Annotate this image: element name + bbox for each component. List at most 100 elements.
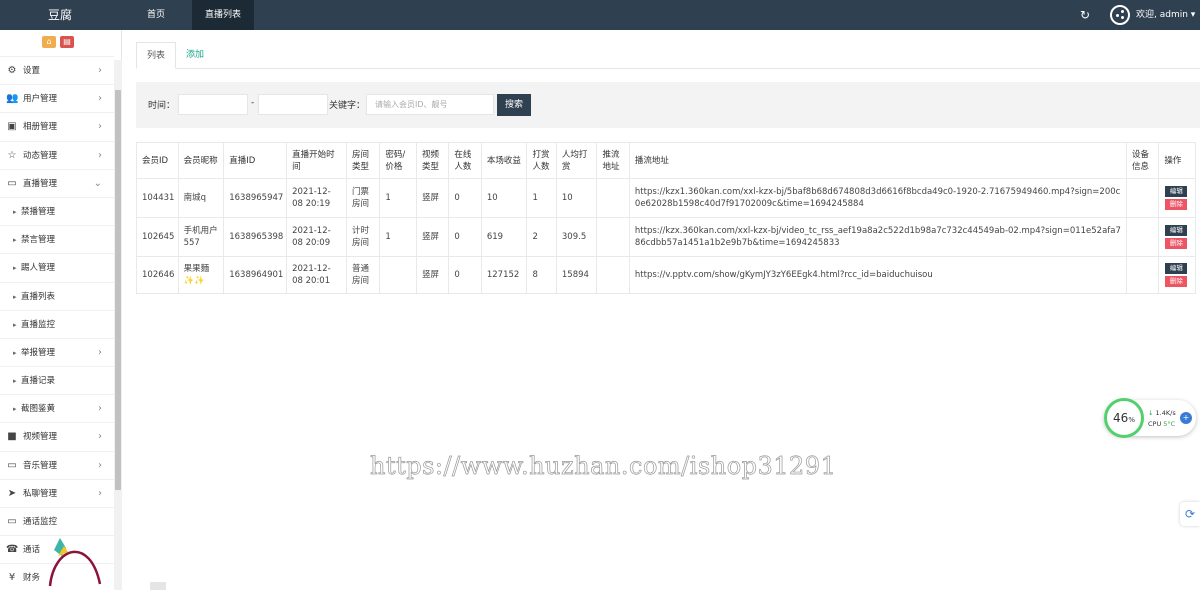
sidebar-item-label: 直播列表: [21, 291, 56, 302]
share-logo-icon: [1110, 5, 1130, 25]
sidebar-item[interactable]: ▣ 相册管理 ›: [0, 112, 114, 140]
tab-list[interactable]: 列表: [136, 42, 177, 69]
edit-button[interactable]: 编辑: [1165, 186, 1188, 197]
col-header[interactable]: 本场收益: [480, 142, 528, 179]
content-tabs: 列表 添加: [136, 42, 1200, 69]
bullet-icon: ▸: [13, 264, 17, 273]
chevron-down-icon: ⌄: [93, 177, 102, 189]
search-button[interactable]: 搜索: [497, 94, 531, 116]
plus-icon[interactable]: +: [1180, 412, 1192, 424]
col-header[interactable]: 视频类型: [415, 142, 450, 179]
bottom-scroll-chip[interactable]: [150, 582, 166, 590]
col-header[interactable]: 播流地址: [628, 142, 1127, 179]
sidebar-item[interactable]: ▸ 踢人管理: [0, 253, 114, 281]
home-icon[interactable]: ⌂: [42, 36, 56, 48]
col-header[interactable]: 操作: [1158, 142, 1196, 179]
col-header[interactable]: 在线人数: [448, 142, 482, 179]
col-header[interactable]: 设备信息: [1125, 142, 1160, 179]
sidebar-item[interactable]: ▭ 直播管理 ⌄: [0, 168, 114, 197]
col-header[interactable]: 直播ID: [223, 142, 288, 179]
cell-device: [1125, 256, 1160, 294]
sidebar-item[interactable]: 👥 用户管理 ›: [0, 84, 114, 112]
telegram-icon: ➤: [7, 487, 17, 499]
edit-button[interactable]: 编辑: [1165, 263, 1188, 274]
cell-device: [1125, 178, 1160, 218]
keyword-input[interactable]: 请输入会员ID、靓号: [366, 94, 494, 115]
sidebar-item[interactable]: ▸ 举报管理 ›: [0, 337, 114, 366]
sidebar-item[interactable]: ▸ 截图鉴黄 ›: [0, 394, 114, 422]
delete-button[interactable]: 删除: [1165, 199, 1188, 210]
cell-actions: 编辑 删除: [1158, 256, 1196, 294]
users-icon: 👥: [6, 93, 19, 105]
col-header[interactable]: 会员ID: [136, 142, 179, 179]
sidebar-item[interactable]: ▸ 直播监控: [0, 309, 114, 338]
sidebar-item-label: 直播监控: [21, 319, 56, 330]
sidebar-menu: ⚙ 设置 › 👥 用户管理 › ▣ 相册管理 › ☆ 动态管理 › ▭ 直播管理 ⌄ ▸ 禁播管理 ▸ 禁言管理 ▸ 踢…: [0, 56, 114, 592]
delete-button[interactable]: 删除: [1165, 238, 1188, 249]
sidebar-item[interactable]: ⚙ 设置 ›: [0, 56, 114, 84]
sidebar-item-label: 踢人管理: [21, 263, 56, 274]
top-navbar: 豆腐 首页 直播列表 ↻ 欢迎, admin ▾: [0, 0, 1200, 30]
nav-tab-home[interactable]: 首页: [128, 0, 184, 30]
cell-room: 门票房间: [345, 178, 381, 218]
cell-online: 0: [448, 256, 482, 294]
cell-pull: https://kzx1.360kan.com/xxl-kzx-bj/5baf8…: [628, 178, 1127, 218]
start-time-input[interactable]: [178, 94, 248, 115]
video-icon: ■: [7, 431, 17, 443]
tab-add[interactable]: 添加: [176, 42, 214, 69]
cell-avg: 309.5: [555, 217, 598, 257]
edit-button[interactable]: 编辑: [1165, 225, 1188, 236]
cpu-monitor-widget[interactable]: 46% ↓ 1.4K/s CPU 5°C +: [1104, 398, 1196, 438]
cell-vtype: 竖屏: [415, 256, 450, 294]
sidebar-item[interactable]: ▸ 直播记录: [0, 366, 114, 394]
cell-uid: 102645: [136, 217, 179, 257]
sidebar-item-label: 直播记录: [21, 376, 56, 387]
col-header[interactable]: 密码/价格: [379, 142, 417, 179]
bullet-icon: ▸: [13, 377, 17, 386]
cell-start: 2021-12-08 20:01: [286, 256, 347, 294]
delete-button[interactable]: 删除: [1165, 276, 1188, 287]
cell-push: [596, 178, 630, 218]
sidebar-item[interactable]: ▸ 禁播管理: [0, 196, 114, 225]
cpu-temp: CPU 5°C: [1148, 420, 1175, 428]
cell-liveid: 1638964901: [223, 256, 288, 294]
sidebar-item[interactable]: ➤ 私聊管理 ›: [0, 478, 114, 507]
trash-icon[interactable]: ▤: [60, 36, 74, 48]
col-header[interactable]: 会员昵称: [177, 142, 225, 179]
col-header[interactable]: 推流地址: [596, 142, 630, 179]
cpu-usage-ring: 46%: [1104, 398, 1144, 438]
cell-pull: https://kzx.360kan.com/xxl-kzx-bj/video_…: [628, 217, 1127, 257]
col-header[interactable]: 打赏人数: [526, 142, 557, 179]
table-row: 102646 果果麵✨✨ 1638964901 2021-12-08 20:01 普通房…: [136, 256, 1196, 294]
sidebar-item[interactable]: ▸ 禁言管理: [0, 225, 114, 253]
cell-uid: 104431: [136, 178, 179, 218]
refresh-icon[interactable]: ↻: [1080, 8, 1094, 22]
sidebar-item[interactable]: ■ 视频管理 ›: [0, 422, 114, 450]
nav-tab-live-list[interactable]: 直播列表: [192, 0, 254, 30]
sidebar-item-label: 举报管理: [21, 347, 56, 358]
sidebar-item[interactable]: ▭ 音乐管理 ›: [0, 450, 114, 479]
col-header[interactable]: 直播开始时间: [286, 142, 347, 179]
cell-push: [596, 256, 630, 294]
col-header[interactable]: 房间类型: [345, 142, 381, 179]
app-brand[interactable]: 豆腐: [0, 0, 120, 30]
end-time-input[interactable]: [258, 94, 328, 115]
sidebar-item[interactable]: ▸ 直播列表: [0, 281, 114, 310]
cell-room: 普通房间: [345, 256, 381, 294]
col-header[interactable]: 人均打赏: [555, 142, 598, 179]
sidebar-item[interactable]: ☆ 动态管理 ›: [0, 140, 114, 169]
bullet-icon: ▸: [13, 348, 17, 357]
cell-start: 2021-12-08 20:19: [286, 178, 347, 218]
assistant-float-icon[interactable]: ⟳: [1180, 502, 1200, 526]
cell-actions: 编辑 删除: [1158, 217, 1196, 257]
cell-nick: 南城q: [177, 178, 225, 218]
cell-tippers: 1: [526, 178, 557, 218]
phone-icon: ☎: [6, 544, 19, 556]
time-label: 时间：: [148, 101, 176, 111]
sidebar-scroll-thumb[interactable]: [115, 90, 121, 490]
sidebar-scrollbar[interactable]: [114, 60, 122, 590]
cell-pull: https://v.pptv.com/show/gKymJY3zY6EEgk4.…: [628, 256, 1127, 294]
user-menu[interactable]: 欢迎, admin ▾: [1136, 0, 1195, 30]
cell-online: 0: [448, 178, 482, 218]
cell-uid: 102646: [136, 256, 179, 294]
